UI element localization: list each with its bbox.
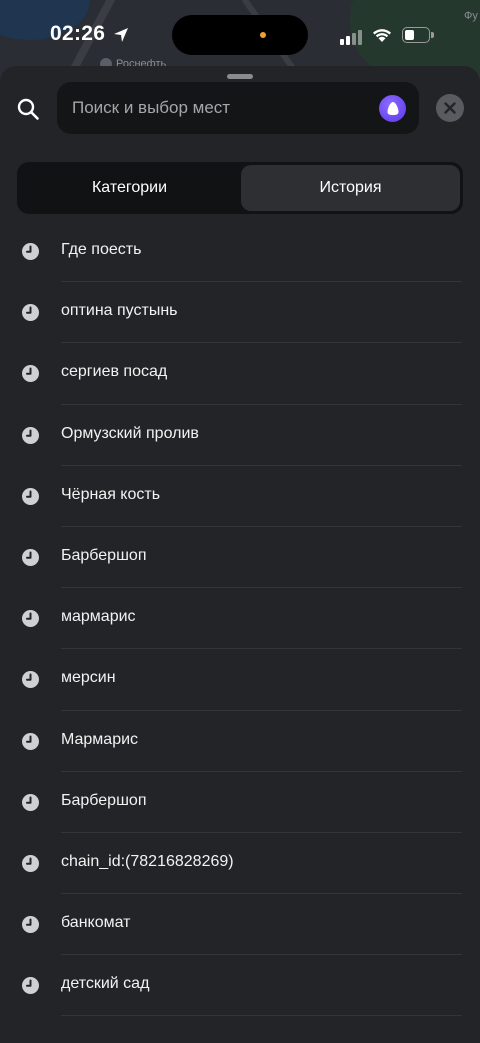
location-arrow-icon [114, 28, 128, 42]
dynamic-island [172, 15, 308, 55]
voice-assistant-button[interactable] [379, 95, 406, 122]
wifi-icon [373, 29, 391, 42]
close-button[interactable] [436, 94, 464, 122]
history-item[interactable]: сергиев посад [0, 343, 480, 405]
history-item-label: Чёрная кость [61, 485, 161, 503]
tab-categories[interactable]: Категории [20, 165, 239, 211]
segmented-tabs: Категории История [17, 162, 463, 214]
search-sheet: Категории История Где поесть оптина пусты… [0, 66, 480, 1043]
history-item-label: Где поесть [61, 241, 142, 258]
history-item-label: Барбершоп [61, 791, 147, 809]
clock-icon [22, 243, 39, 260]
divider [61, 1015, 462, 1017]
history-item-label: оптина пустынь [61, 302, 178, 320]
search-row [0, 82, 480, 136]
history-item-label: chain_id:(78216828269) [61, 852, 234, 870]
tab-history[interactable]: История [241, 165, 460, 211]
clock-icon [22, 732, 39, 750]
close-icon [444, 102, 456, 114]
history-item[interactable]: Мармарис [0, 711, 480, 772]
sheet-grabber[interactable] [227, 74, 253, 79]
clock-icon [22, 977, 39, 995]
clock-icon [22, 548, 39, 566]
clock-icon [22, 793, 39, 811]
clock-icon [22, 854, 39, 872]
history-item[interactable]: Барбершоп [0, 527, 480, 589]
clock-icon [22, 365, 39, 383]
clock-icon [22, 487, 39, 505]
alice-icon [387, 102, 399, 115]
history-item-label: Ормузский пролив [61, 424, 199, 442]
status-bar: 02:26 [0, 0, 480, 70]
history-item[interactable]: Чёрная кость [0, 466, 480, 527]
clock-icon [22, 426, 39, 444]
clock-icon [22, 304, 39, 322]
privacy-indicator-icon [260, 32, 266, 38]
history-item[interactable]: chain_id:(78216828269) [0, 833, 480, 895]
history-item-label: Мармарис [61, 730, 139, 748]
history-item-label: детский сад [61, 975, 150, 993]
search-input[interactable] [72, 82, 372, 134]
history-item[interactable]: мармарис [0, 588, 480, 650]
history-item-label: сергиев посад [61, 363, 168, 381]
clock-icon [22, 671, 39, 689]
screen: Роснефть Фу 02:26 Поиск и выбор мест Кат… [0, 0, 480, 1043]
history-item[interactable]: Где поесть [0, 221, 480, 283]
battery-icon [402, 27, 434, 43]
cellular-signal-icon [340, 29, 364, 45]
history-item-label: Барбершоп [61, 546, 147, 564]
history-item-label: мерсин [61, 669, 116, 687]
search-field[interactable] [57, 82, 419, 134]
clock-icon [22, 916, 39, 934]
history-item-label: мармарис [61, 608, 136, 626]
clock-icon [22, 610, 39, 628]
history-item[interactable]: мерсин [0, 649, 480, 711]
history-item[interactable]: оптина пустынь [0, 282, 480, 344]
history-item[interactable]: Ормузский пролив [0, 405, 480, 466]
history-list: Где поесть оптина пустынь сергиев посад Орм… [0, 221, 480, 1017]
history-item-label: банкомат [61, 914, 131, 932]
history-item[interactable]: детский сад [0, 955, 480, 1017]
search-icon [17, 98, 39, 120]
history-item[interactable]: банкомат [0, 894, 480, 956]
status-time: 02:26 [50, 22, 106, 45]
history-item[interactable]: Барбершоп [0, 772, 480, 833]
